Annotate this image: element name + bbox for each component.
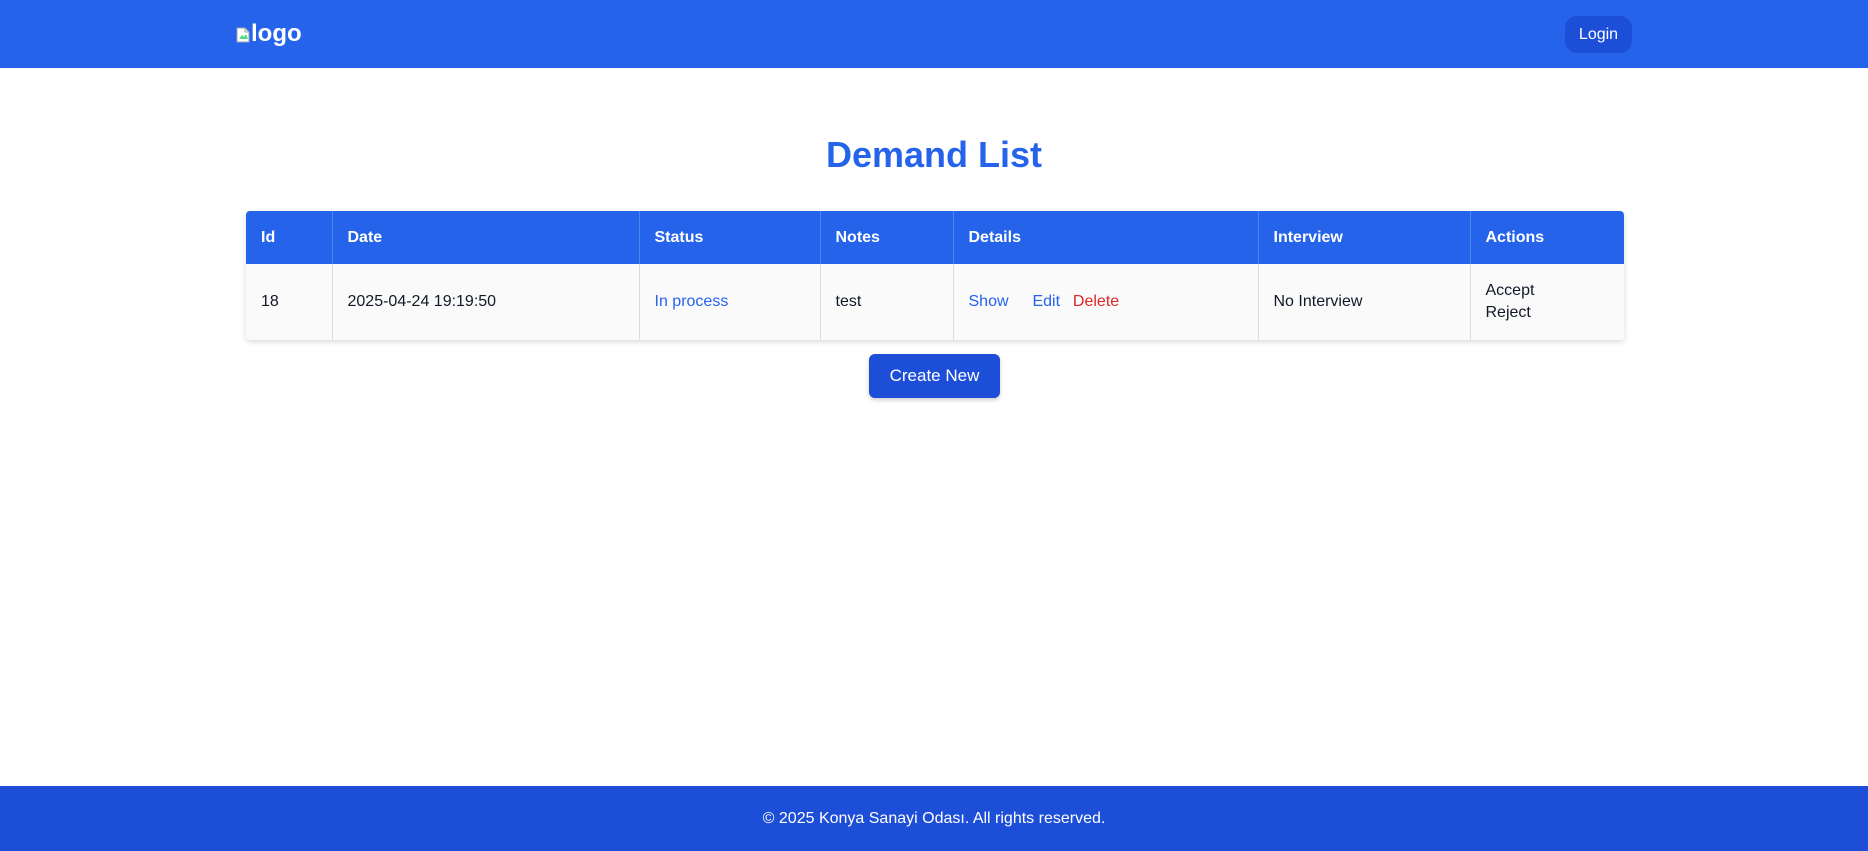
accept-button[interactable]: Accept xyxy=(1486,280,1610,302)
demand-table-container: Id Date Status Notes Details Interview A… xyxy=(246,211,1624,340)
column-header-actions: Actions xyxy=(1470,211,1624,264)
cell-actions: Accept Reject xyxy=(1470,264,1624,340)
column-header-id: Id xyxy=(246,211,333,264)
logo-alt-text: logo xyxy=(251,20,302,47)
column-header-details: Details xyxy=(953,211,1259,264)
cell-details: Show Edit Delete xyxy=(953,264,1259,340)
cell-date: 2025-04-24 19:19:50 xyxy=(332,264,640,340)
top-navbar: logo Login xyxy=(0,0,1868,68)
cell-interview: No Interview xyxy=(1258,264,1471,340)
cell-status: In process xyxy=(639,264,821,340)
demand-table: Id Date Status Notes Details Interview A… xyxy=(246,211,1624,340)
create-new-button[interactable]: Create New xyxy=(869,354,1000,398)
edit-link[interactable]: Edit xyxy=(1032,293,1060,310)
footer-copyright: © 2025 Konya Sanayi Odası. All rights re… xyxy=(762,810,1106,827)
table-row: 18 2025-04-24 19:19:50 In process test S… xyxy=(246,264,1624,340)
cell-notes: test xyxy=(820,264,954,340)
table-header-row: Id Date Status Notes Details Interview A… xyxy=(246,211,1624,264)
show-link[interactable]: Show xyxy=(969,293,1009,310)
logo[interactable]: logo xyxy=(236,19,302,49)
cell-id: 18 xyxy=(246,264,333,340)
column-header-date: Date xyxy=(332,211,640,264)
reject-button[interactable]: Reject xyxy=(1486,302,1610,324)
footer: © 2025 Konya Sanayi Odası. All rights re… xyxy=(0,786,1868,851)
column-header-interview: Interview xyxy=(1258,211,1471,264)
column-header-status: Status xyxy=(639,211,821,264)
login-button[interactable]: Login xyxy=(1565,16,1632,53)
page-title: Demand List xyxy=(825,134,1043,175)
broken-image-icon xyxy=(236,21,250,43)
delete-button[interactable]: Delete xyxy=(1073,293,1119,310)
column-header-notes: Notes xyxy=(820,211,954,264)
